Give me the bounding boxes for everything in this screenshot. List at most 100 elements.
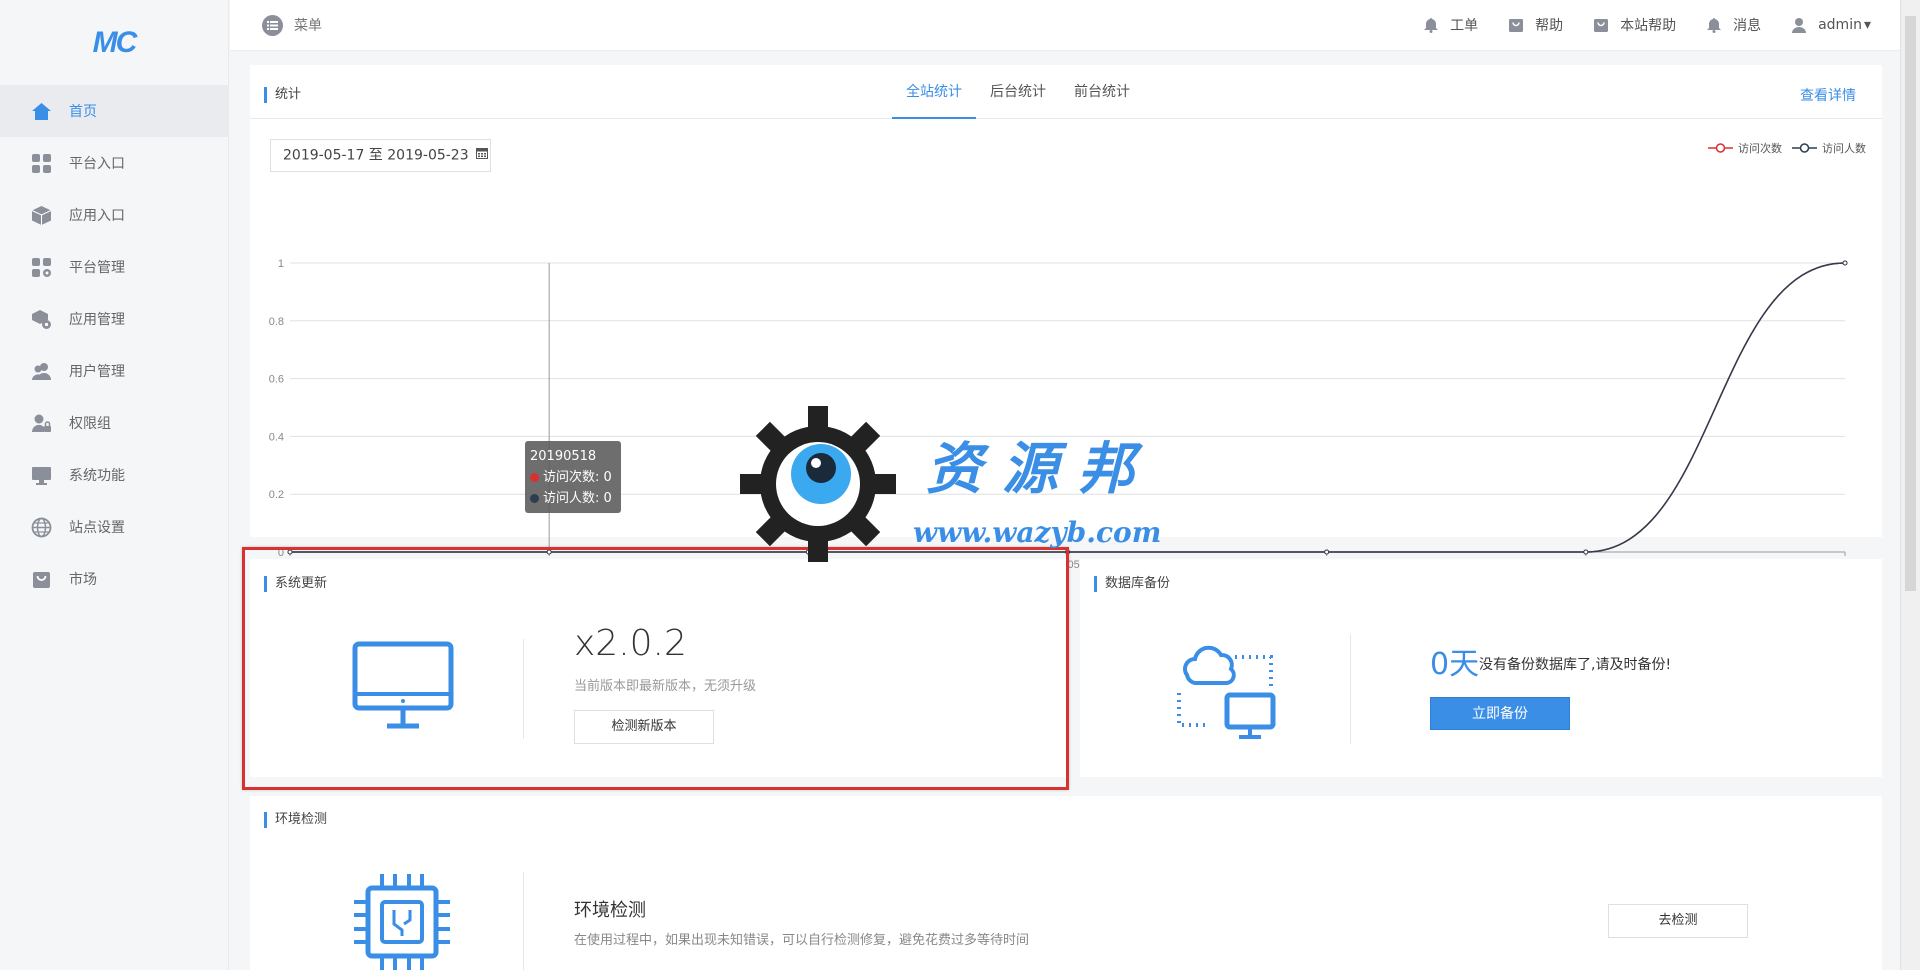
line-chart[interactable]: 00.20.40.60.8120190517201905202019052120… bbox=[250, 185, 1882, 585]
bag-icon bbox=[1593, 17, 1620, 33]
page-scrollbar[interactable] bbox=[1900, 0, 1920, 970]
box-gear-icon bbox=[31, 309, 52, 330]
y-tick-label: 0.6 bbox=[269, 374, 284, 386]
sidebar-item-label: 首页 bbox=[69, 104, 97, 120]
legend-marker bbox=[1708, 143, 1733, 153]
y-tick-label: 0.8 bbox=[269, 316, 284, 328]
sidebar-item-2[interactable]: 应用入口 bbox=[0, 189, 228, 241]
backup-title: 数据库备份 bbox=[1094, 576, 1170, 592]
y-tick-label: 0.2 bbox=[269, 489, 284, 501]
legend-label: 访问人数 bbox=[1822, 142, 1866, 155]
stats-header: 统计 全站统计 后台统计 前台统计 查看详情 bbox=[250, 65, 1882, 119]
sidebar-item-label: 用户管理 bbox=[69, 364, 125, 380]
sidebar-item-label: 站点设置 bbox=[69, 520, 125, 536]
legend-marker bbox=[1792, 143, 1817, 153]
logo[interactable]: MC bbox=[0, 0, 228, 85]
chip-icon bbox=[354, 874, 450, 970]
users-icon bbox=[31, 361, 52, 382]
data-point bbox=[1583, 549, 1589, 555]
data-point bbox=[1324, 549, 1330, 555]
tab-0[interactable]: 全站统计 bbox=[892, 65, 976, 119]
bell-icon bbox=[1423, 17, 1450, 33]
topbar-item-2[interactable]: 本站帮助 bbox=[1593, 15, 1676, 35]
globe-icon bbox=[31, 517, 52, 538]
backup-now-button[interactable]: 立即备份 bbox=[1430, 697, 1570, 730]
stats-title: 统计 bbox=[264, 87, 301, 103]
sidebar-item-label: 应用管理 bbox=[69, 312, 125, 328]
tooltip-row-visits: 访问次数: 0 bbox=[530, 467, 616, 488]
data-point bbox=[1842, 260, 1848, 266]
highlight-frame bbox=[242, 547, 1069, 790]
legend-label: 访问次数 bbox=[1738, 142, 1782, 155]
topbar-item-1[interactable]: 帮助 bbox=[1508, 15, 1563, 35]
env-desc: 在使用过程中，如果出现未知错误，可以自行检测修复，避免花费过多等待时间 bbox=[574, 933, 1030, 948]
env-heading: 环境检测 bbox=[574, 900, 646, 921]
cloud-sync-icon bbox=[1177, 645, 1276, 739]
backup-text: 没有备份数据库了,请及时备份! bbox=[1479, 657, 1672, 673]
sidebar-item-9[interactable]: 市场 bbox=[0, 553, 228, 605]
bell-icon bbox=[1706, 17, 1733, 33]
topbar-item-3[interactable]: 消息 bbox=[1706, 15, 1761, 35]
legend-item-1[interactable]: 访问人数 bbox=[1792, 140, 1866, 156]
menu-label: 菜单 bbox=[294, 18, 322, 34]
user-icon bbox=[1791, 17, 1818, 33]
list-icon bbox=[262, 14, 283, 36]
visitors-dot bbox=[530, 494, 539, 503]
topbar-item-label: 工单 bbox=[1450, 18, 1479, 34]
series-line-1 bbox=[290, 262, 1846, 553]
logo-text: MC bbox=[92, 25, 138, 59]
chart-tooltip: 20190518 访问次数: 0 访问人数: 0 bbox=[525, 441, 621, 513]
backup-days: 0天 bbox=[1430, 647, 1480, 682]
topbar-item-label: 帮助 bbox=[1535, 18, 1564, 34]
home-icon bbox=[31, 101, 52, 122]
y-tick-label: 1 bbox=[278, 258, 284, 270]
menu-toggle[interactable]: 菜单 bbox=[262, 14, 322, 36]
stats-card: 统计 全站统计 后台统计 前台统计 查看详情 2019-05-17 至 2019-0… bbox=[250, 65, 1882, 571]
tooltip-row-visitors: 访问人数: 0 bbox=[530, 488, 616, 509]
topbar-item-4[interactable]: admin ▾ bbox=[1791, 17, 1871, 33]
tab-2[interactable]: 前台统计 bbox=[1060, 65, 1144, 119]
tooltip-visitors: 访问人数: 0 bbox=[543, 491, 612, 506]
tooltip-visits: 访问次数: 0 bbox=[543, 470, 612, 485]
sidebar-item-0[interactable]: 首页 bbox=[0, 85, 228, 137]
db-backup-card: 数据库备份 0天 没有备份数据库了,请及时备份! 立即备份 bbox=[1080, 559, 1882, 777]
sidebar-item-label: 平台管理 bbox=[69, 260, 125, 276]
caret-down-icon: ▾ bbox=[1863, 17, 1871, 33]
date-range-value: 2019-05-17 至 2019-05-23 bbox=[283, 147, 469, 164]
date-range-picker[interactable]: 2019-05-17 至 2019-05-23 bbox=[270, 139, 491, 172]
user-lock-icon bbox=[31, 413, 52, 434]
sidebar-item-7[interactable]: 系统功能 bbox=[0, 449, 228, 501]
sidebar-item-5[interactable]: 用户管理 bbox=[0, 345, 228, 397]
calendar-icon bbox=[476, 140, 489, 171]
env-title: 环境检测 bbox=[264, 812, 327, 828]
env-divider bbox=[523, 872, 524, 970]
scrollbar-thumb[interactable] bbox=[1905, 16, 1916, 591]
topbar-item-label: 消息 bbox=[1733, 18, 1762, 34]
sidebar-item-label: 应用入口 bbox=[69, 208, 125, 224]
topbar: 菜单 工单 帮助 本站帮助 消息 admin ▾ bbox=[230, 0, 1900, 51]
chart-legend: 访问次数 访问人数 bbox=[1698, 140, 1866, 156]
topbar-item-0[interactable]: 工单 bbox=[1423, 15, 1478, 35]
shop-bag-icon bbox=[31, 569, 52, 590]
stats-tabs: 全站统计 后台统计 前台统计 bbox=[892, 65, 1144, 119]
go-check-button[interactable]: 去检测 bbox=[1608, 904, 1748, 938]
grid-gear-icon bbox=[31, 257, 52, 278]
sidebar: MC 首页平台入口应用入口平台管理应用管理用户管理权限组系统功能站点设置市场 bbox=[0, 0, 229, 970]
visits-dot bbox=[530, 473, 539, 482]
topbar-item-label: admin bbox=[1818, 17, 1862, 33]
sidebar-item-label: 平台入口 bbox=[69, 156, 125, 172]
sidebar-item-label: 权限组 bbox=[69, 416, 111, 432]
sidebar-item-6[interactable]: 权限组 bbox=[0, 397, 228, 449]
sidebar-item-label: 系统功能 bbox=[69, 468, 125, 484]
legend-item-0[interactable]: 访问次数 bbox=[1708, 140, 1782, 156]
tooltip-date: 20190518 bbox=[530, 449, 597, 464]
sidebar-item-8[interactable]: 站点设置 bbox=[0, 501, 228, 553]
bag-icon bbox=[1508, 17, 1535, 33]
box-icon bbox=[31, 205, 52, 226]
view-detail-link[interactable]: 查看详情 bbox=[1800, 85, 1856, 105]
sidebar-item-4[interactable]: 应用管理 bbox=[0, 293, 228, 345]
tab-1[interactable]: 后台统计 bbox=[976, 65, 1060, 119]
backup-divider bbox=[1350, 634, 1351, 744]
sidebar-item-1[interactable]: 平台入口 bbox=[0, 137, 228, 189]
sidebar-item-3[interactable]: 平台管理 bbox=[0, 241, 228, 293]
